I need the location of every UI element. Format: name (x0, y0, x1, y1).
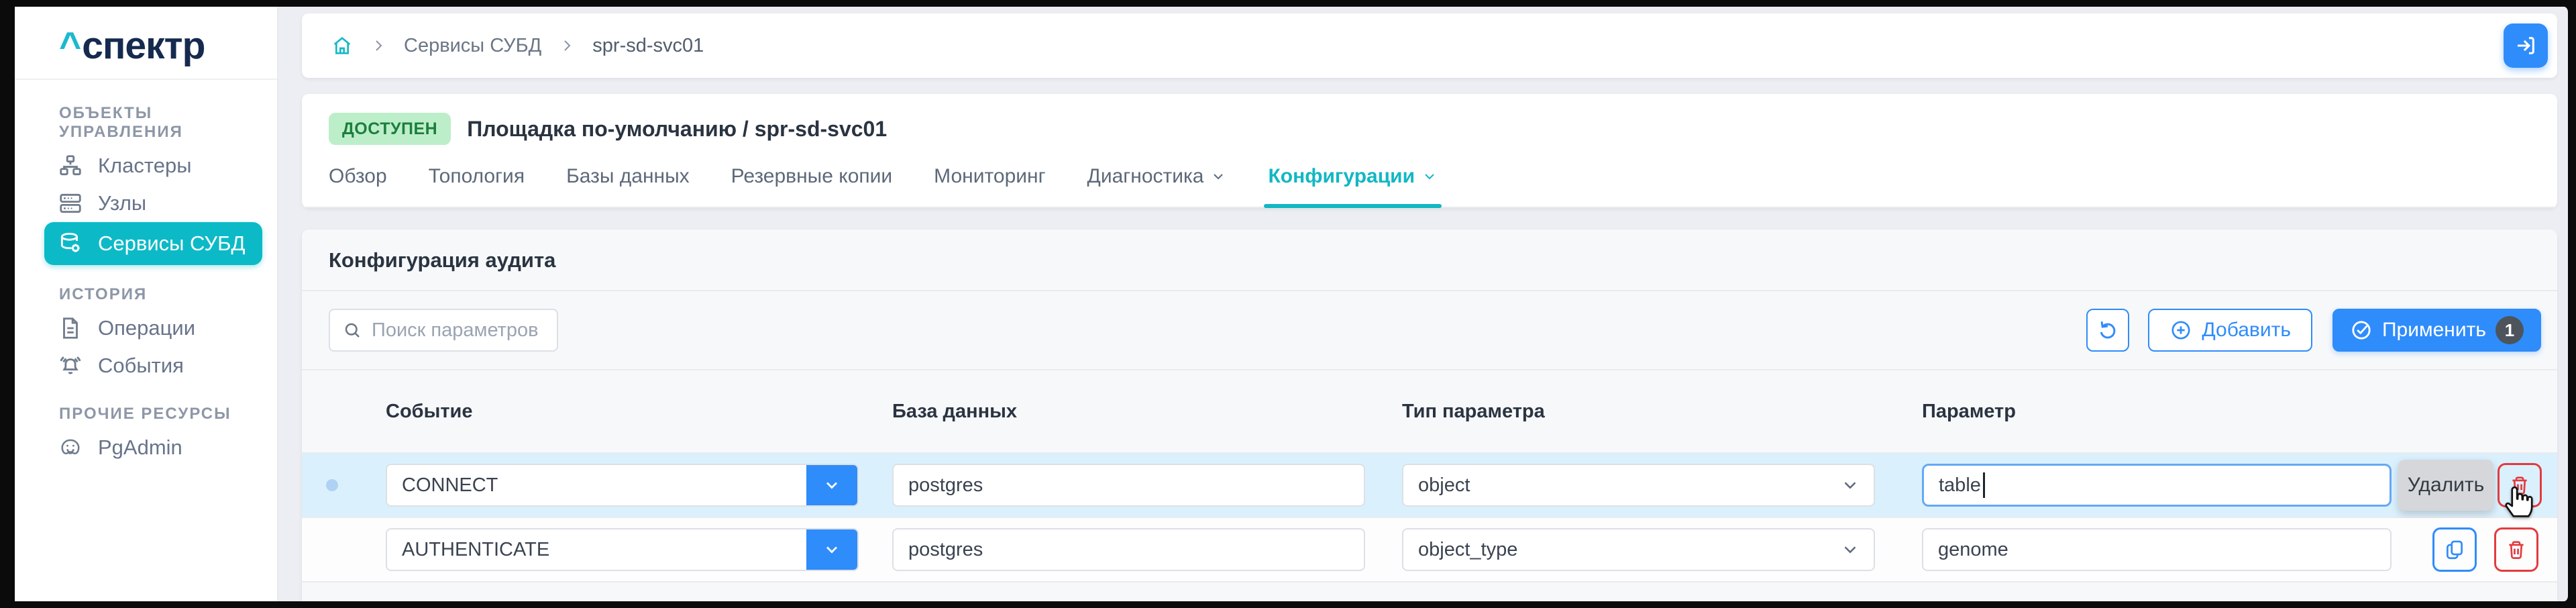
pgadmin-elephant-icon (58, 435, 83, 460)
chevron-right-icon (559, 38, 575, 54)
delete-row-button[interactable] (2494, 527, 2538, 572)
add-button-label: Добавить (2202, 319, 2291, 342)
page-title: Площадка по-умолчанию / spr-sd-svc01 (467, 117, 887, 142)
sidebar: ^спектр ОБЪЕКТЫ УПРАВЛЕНИЯ Кластеры Узлы (15, 7, 278, 601)
sidebar-item-pgadmin[interactable]: PgAdmin (44, 429, 264, 466)
sidebar-item-label: Операции (98, 316, 195, 340)
apply-count-badge: 1 (2496, 316, 2524, 344)
delete-tooltip: Удалить (2398, 460, 2493, 511)
home-icon[interactable] (331, 35, 353, 56)
tab-configurations[interactable]: Конфигурации (1268, 165, 1438, 207)
column-header-database: База данных (892, 401, 1365, 423)
app-window: ^спектр ОБЪЕКТЫ УПРАВЛЕНИЯ Кластеры Узлы (0, 0, 2576, 608)
table-row: CONNECT postgres object table (302, 454, 2557, 518)
tab-databases[interactable]: Базы данных (566, 165, 690, 207)
main-content: Сервисы СУБД spr-sd-svc01 ДОСТУПЕН Площа… (278, 7, 2568, 601)
audit-config-panel: Конфигурация аудита (302, 230, 2557, 601)
logout-button[interactable] (2504, 23, 2548, 68)
status-badge: ДОСТУПЕН (329, 113, 451, 145)
check-circle-icon (2350, 319, 2373, 342)
service-header-card: ДОСТУПЕН Площадка по-умолчанию / spr-sd-… (302, 94, 2557, 208)
param-input[interactable]: table (1922, 464, 2392, 507)
breadcrumb: Сервисы СУБД spr-sd-svc01 (331, 35, 704, 57)
column-header-param-type: Тип параметра (1402, 401, 1875, 423)
tab-backups[interactable]: Резервные копии (731, 165, 893, 207)
nav-section-history: ИСТОРИЯ (59, 285, 264, 304)
nodes-icon (58, 191, 83, 216)
tab-monitoring[interactable]: Мониторинг (934, 165, 1045, 207)
tab-diagnostics[interactable]: Диагностика (1087, 165, 1227, 207)
apply-button-label: Применить (2382, 319, 2486, 342)
breadcrumb-db-services[interactable]: Сервисы СУБД (404, 35, 541, 57)
param-type-select[interactable]: object_type (1402, 528, 1875, 571)
tab-overview[interactable]: Обзор (329, 165, 387, 207)
config-toolbar: Добавить Применить 1 (302, 291, 2557, 370)
search-box (329, 309, 558, 352)
sidebar-item-clusters[interactable]: Кластеры (44, 147, 264, 185)
sidebar-item-label: Сервисы СУБД (98, 232, 245, 256)
add-button[interactable]: Добавить (2148, 309, 2312, 352)
sidebar-item-label: Узлы (98, 191, 146, 215)
nav-section-other: ПРОЧИЕ РЕСУРСЫ (59, 405, 264, 423)
db-services-icon (58, 231, 83, 256)
event-select[interactable]: CONNECT (386, 464, 859, 507)
search-input[interactable] (372, 319, 545, 342)
event-select[interactable]: AUTHENTICATE (386, 528, 859, 571)
sidebar-item-label: События (98, 354, 184, 378)
chevron-down-icon (1840, 540, 1860, 560)
database-input[interactable]: postgres (892, 528, 1365, 571)
status-row: ДОСТУПЕН Площадка по-умолчанию / spr-sd-… (302, 113, 2557, 145)
chevron-down-icon (1421, 168, 1438, 185)
section-title: Конфигурация аудита (302, 230, 2557, 291)
sidebar-item-events[interactable]: События (44, 347, 264, 385)
search-icon (342, 320, 362, 340)
breadcrumb-bar: Сервисы СУБД spr-sd-svc01 (302, 13, 2557, 78)
chevron-down-icon (806, 465, 857, 505)
nav-section-management: ОБЪЕКТЫ УПРАВЛЕНИЯ (59, 104, 264, 142)
param-input[interactable]: genome (1922, 528, 2392, 571)
delete-row-button[interactable] (2498, 463, 2542, 507)
sidebar-item-operations[interactable]: Операции (44, 309, 264, 347)
apply-button[interactable]: Применить 1 (2332, 309, 2541, 352)
sidebar-item-label: Кластеры (98, 154, 192, 178)
refresh-icon (2096, 319, 2119, 342)
chevron-down-icon (1840, 475, 1860, 495)
database-input[interactable]: postgres (892, 464, 1365, 507)
logo-text: спектр (82, 24, 205, 67)
chevron-down-icon (806, 529, 857, 570)
table-row: AUTHENTICATE postgres object_type genome (302, 518, 2557, 582)
table-header: Событие База данных Тип параметра Параме… (302, 370, 2557, 454)
sidebar-item-db-services[interactable]: Сервисы СУБД (44, 222, 262, 265)
copy-icon (2443, 538, 2466, 561)
column-header-event: Событие (386, 401, 859, 423)
copy-row-button[interactable] (2432, 527, 2477, 572)
plus-circle-icon (2169, 319, 2192, 342)
column-header-param: Параметр (1922, 401, 2392, 423)
sidebar-item-nodes[interactable]: Узлы (44, 185, 264, 222)
tab-topology[interactable]: Топология (429, 165, 525, 207)
breadcrumb-current: spr-sd-svc01 (592, 35, 704, 57)
modified-indicator-dot (326, 479, 338, 491)
trash-icon (2508, 474, 2531, 497)
refresh-button[interactable] (2086, 309, 2129, 352)
app-logo: ^спектр (15, 7, 277, 80)
trash-icon (2505, 538, 2528, 561)
login-arrow-icon (2514, 34, 2537, 57)
sidebar-item-label: PgAdmin (98, 436, 182, 460)
sidebar-nav: ОБЪЕКТЫ УПРАВЛЕНИЯ Кластеры Узлы Сервисы… (15, 80, 277, 466)
clusters-icon (58, 153, 83, 179)
document-icon (58, 315, 83, 341)
chevron-right-icon (370, 38, 386, 54)
chevron-down-icon (1210, 168, 1226, 185)
param-type-select[interactable]: object (1402, 464, 1875, 507)
logo-caret: ^ (59, 24, 80, 67)
bell-icon (58, 353, 83, 378)
tab-bar: Обзор Топология Базы данных Резервные ко… (302, 165, 2557, 208)
text-cursor (1983, 472, 1985, 498)
